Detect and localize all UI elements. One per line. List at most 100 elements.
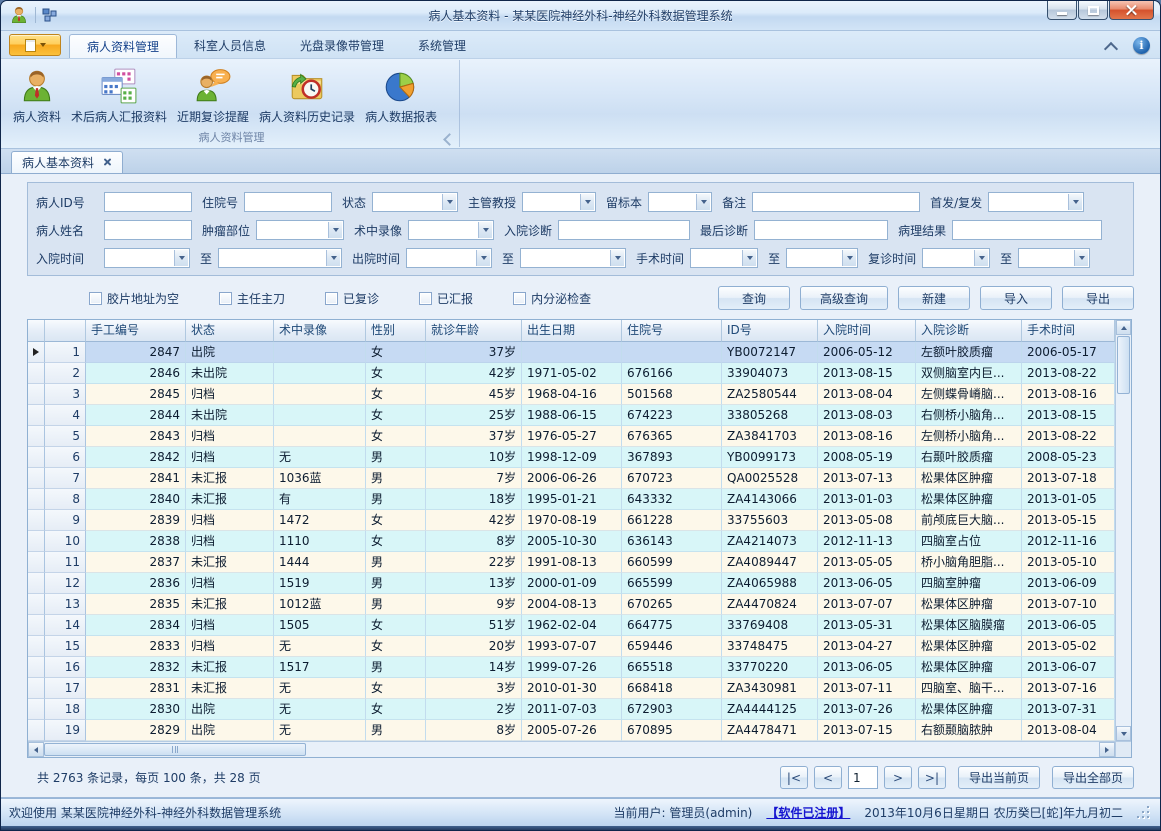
table-row[interactable]: 62842归档无男10岁1998-12-09367893YB0099173200…	[28, 447, 1115, 468]
text-input[interactable]	[752, 192, 920, 212]
table-row[interactable]: 112837未汇报1444男22岁1991-08-13660599ZA40894…	[28, 552, 1115, 573]
combo-dropdown-button[interactable]	[580, 194, 594, 210]
column-header-status[interactable]: 状态	[186, 320, 274, 342]
horizontal-scrollbar[interactable]	[28, 741, 1131, 757]
combo-dropdown-button[interactable]	[442, 194, 456, 210]
ribbon-button-pie-chart[interactable]: 病人数据报表	[360, 64, 442, 128]
combo-dropdown-button[interactable]	[974, 250, 988, 266]
combo-box[interactable]	[104, 248, 190, 268]
last-page-button[interactable]: >|	[918, 766, 946, 789]
text-input[interactable]	[952, 220, 1102, 240]
tab-patient-basic-info[interactable]: 病人基本资料	[11, 151, 123, 173]
button-action[interactable]: 高级查询	[800, 286, 888, 310]
combo-box[interactable]	[218, 248, 342, 268]
scroll-left-button[interactable]	[28, 742, 44, 757]
combo-box[interactable]	[522, 192, 596, 212]
combo-dropdown-button[interactable]	[696, 194, 710, 210]
scroll-right-button[interactable]	[1099, 742, 1115, 757]
combo-box[interactable]	[786, 248, 858, 268]
combo-box[interactable]	[256, 220, 344, 240]
combo-box[interactable]	[408, 220, 494, 240]
column-header-id-no[interactable]: ID号	[722, 320, 818, 342]
prev-page-button[interactable]: <	[814, 766, 842, 789]
resize-grip-icon[interactable]	[1137, 806, 1150, 819]
column-header-birth-date[interactable]: 出生日期	[522, 320, 622, 342]
button-action[interactable]: 导入	[980, 286, 1052, 310]
chevron-up-icon[interactable]	[1105, 42, 1117, 50]
tab-close-icon[interactable]	[103, 158, 112, 167]
column-header-indicator[interactable]	[28, 320, 45, 342]
page-number-input[interactable]	[848, 766, 878, 789]
text-input[interactable]	[754, 220, 888, 240]
table-row[interactable]: 22846未出院女42岁1971-05-02676166339040732013…	[28, 363, 1115, 384]
column-header-admit-date[interactable]: 入院时间	[818, 320, 916, 342]
registered-link[interactable]: 【软件已注册】	[766, 804, 850, 821]
column-header-inpatient-no[interactable]: 住院号	[622, 320, 722, 342]
column-header-gender[interactable]: 性别	[366, 320, 426, 342]
table-row[interactable]: 52843归档女37岁1976-05-27676365ZA38417032013…	[28, 426, 1115, 447]
button-action[interactable]: 新建	[898, 286, 970, 310]
combo-dropdown-button[interactable]	[476, 250, 490, 266]
combo-box[interactable]	[648, 192, 712, 212]
scroll-down-button[interactable]	[1116, 726, 1131, 741]
checkbox-5[interactable]: 内分泌检查	[513, 290, 591, 307]
table-row[interactable]: 162832未汇报1517男14岁1999-07-266655183377022…	[28, 657, 1115, 678]
vertical-scroll-thumb[interactable]	[1117, 336, 1130, 394]
checkbox-2[interactable]: 主任主刀	[219, 290, 285, 307]
table-row[interactable]: 192829出院无男8岁2005-07-26670895ZA4478471201…	[28, 720, 1115, 741]
table-row[interactable]: 182830出院无女2岁2011-07-03672903ZA4444125201…	[28, 699, 1115, 720]
combo-box[interactable]	[372, 192, 458, 212]
application-menu-button[interactable]	[9, 34, 61, 56]
ribbon-tab-4[interactable]: 系统管理	[401, 34, 483, 58]
vertical-scrollbar[interactable]	[1115, 320, 1131, 741]
combo-box[interactable]	[520, 248, 626, 268]
combo-dropdown-button[interactable]	[1068, 194, 1082, 210]
horizontal-scroll-thumb[interactable]	[44, 743, 306, 756]
ribbon-button-reminder-chat[interactable]: 近期复诊提醒	[172, 64, 254, 128]
combo-dropdown-button[interactable]	[610, 250, 624, 266]
ribbon-tab-3[interactable]: 光盘录像带管理	[283, 34, 401, 58]
next-page-button[interactable]: >	[884, 766, 912, 789]
checkbox-3[interactable]: 已复诊	[325, 290, 379, 307]
text-input[interactable]	[104, 220, 192, 240]
table-row[interactable]: 172831未汇报无女3岁2010-01-30668418ZA343098120…	[28, 678, 1115, 699]
checkbox-1[interactable]: 胶片地址为空	[89, 290, 179, 307]
column-header-row-number[interactable]	[45, 320, 86, 342]
first-page-button[interactable]: |<	[780, 766, 808, 789]
ribbon-tab-2[interactable]: 科室人员信息	[177, 34, 283, 58]
table-row[interactable]: 82840未汇报有男18岁1995-01-21643332ZA414306620…	[28, 489, 1115, 510]
combo-box[interactable]	[690, 248, 758, 268]
text-input[interactable]	[244, 192, 332, 212]
info-icon[interactable]: i	[1133, 37, 1150, 54]
table-row[interactable]: 32845归档女45岁1968-04-16501568ZA25805442013…	[28, 384, 1115, 405]
scroll-up-button[interactable]	[1116, 320, 1131, 335]
combo-dropdown-button[interactable]	[842, 250, 856, 266]
combo-dropdown-button[interactable]	[1074, 250, 1088, 266]
combo-dropdown-button[interactable]	[326, 250, 340, 266]
button-action[interactable]: 导出	[1062, 286, 1134, 310]
close-button[interactable]	[1109, 1, 1154, 20]
text-input[interactable]	[104, 192, 192, 212]
table-row[interactable]: 42844未出院女25岁1988-06-15674223338052682013…	[28, 405, 1115, 426]
table-row[interactable]: 92839归档1472女42岁1970-08-19661228337556032…	[28, 510, 1115, 531]
table-row[interactable]: 132835未汇报1012蓝男9岁2004-08-13670265ZA44708…	[28, 594, 1115, 615]
column-header-admit-diagnosis[interactable]: 入院诊断	[916, 320, 1022, 342]
ribbon-button-report-calendar[interactable]: 术后病人汇报资料	[66, 64, 172, 128]
button-action[interactable]: 查询	[718, 286, 790, 310]
combo-box[interactable]	[922, 248, 990, 268]
table-row[interactable]: 152833归档无女20岁1993-07-0765944633748475201…	[28, 636, 1115, 657]
table-row[interactable]: 122836归档1519男13岁2000-01-09665599ZA406598…	[28, 573, 1115, 594]
combo-box[interactable]	[988, 192, 1084, 212]
combo-box[interactable]	[406, 248, 492, 268]
maximize-button[interactable]	[1078, 1, 1108, 20]
combo-dropdown-button[interactable]	[174, 250, 188, 266]
ribbon-tab-1[interactable]: 病人资料管理	[69, 34, 177, 58]
column-header-surgery-date[interactable]: 手术时间	[1022, 320, 1115, 342]
column-header-manual-no[interactable]: 手工编号	[86, 320, 186, 342]
combo-box[interactable]	[1018, 248, 1090, 268]
horizontal-scroll-track[interactable]	[306, 742, 1099, 757]
text-input[interactable]	[558, 220, 690, 240]
vertical-scroll-track[interactable]	[1116, 395, 1131, 726]
combo-dropdown-button[interactable]	[328, 222, 342, 238]
table-row[interactable]: 102838归档1110女8岁2005-10-30636143ZA4214073…	[28, 531, 1115, 552]
